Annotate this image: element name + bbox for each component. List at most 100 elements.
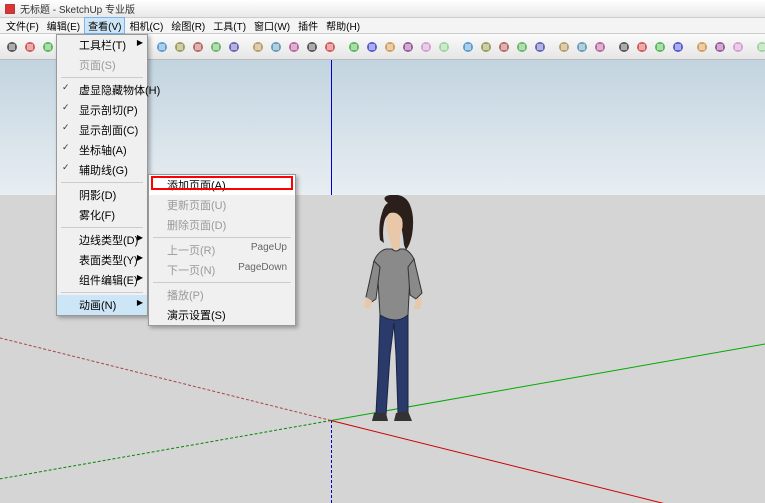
zoom-extents-tool[interactable] xyxy=(304,37,320,57)
menu-8[interactable]: 帮助(H) xyxy=(322,17,364,34)
zoom-tool[interactable] xyxy=(286,37,302,57)
shadows-icon xyxy=(556,39,572,55)
animation-submenu-item-8[interactable]: 演示设置(S) xyxy=(149,305,295,325)
top-icon xyxy=(364,39,380,55)
menu-item-label: 动画(N) xyxy=(79,300,116,312)
front-tool[interactable] xyxy=(382,37,398,57)
plugin1-icon xyxy=(754,39,765,55)
view-menu-item-3[interactable]: ✓虚显隐藏物体(H) xyxy=(57,80,147,100)
menu-separator xyxy=(61,182,143,183)
app-icon xyxy=(4,3,16,15)
view-menu-item-7[interactable]: ✓辅助线(G) xyxy=(57,160,147,180)
view-menu-item-0[interactable]: 工具栏(T)▶ xyxy=(57,35,147,55)
view-menu-item-16[interactable]: 动画(N) ▶ xyxy=(57,295,147,315)
window-title: 无标题 - SketchUp 专业版 xyxy=(20,1,135,16)
menu-7[interactable]: 插件 xyxy=(294,17,322,34)
select-arrow-icon xyxy=(4,39,20,55)
offset-icon xyxy=(208,39,224,55)
menu-item-label: 显示剖切(P) xyxy=(79,105,138,117)
left-icon xyxy=(436,39,452,55)
orbit-icon xyxy=(250,39,266,55)
pan-tool[interactable] xyxy=(268,37,284,57)
position-tool[interactable] xyxy=(730,37,746,57)
materials-tool[interactable] xyxy=(514,37,530,57)
menu-item-label: 工具栏(T) xyxy=(79,40,126,52)
dimension-tool[interactable] xyxy=(616,37,632,57)
view-menu-item-5[interactable]: ✓显示剖面(C) xyxy=(57,120,147,140)
dimension-icon xyxy=(616,39,632,55)
menu-item-label: 边线类型(D) xyxy=(79,235,138,247)
submenu-item-label: 添加页面(A) xyxy=(167,177,226,193)
menu-1[interactable]: 编辑(E) xyxy=(43,17,84,34)
menu-2[interactable]: 查看(V) xyxy=(84,17,125,34)
orbit-tool[interactable] xyxy=(250,37,266,57)
animation-submenu-item-7: 播放(P) xyxy=(149,285,295,305)
axes-tool[interactable] xyxy=(670,37,686,57)
shadows-tool[interactable] xyxy=(556,37,572,57)
back-tool[interactable] xyxy=(418,37,434,57)
menu-4[interactable]: 绘图(R) xyxy=(167,17,209,34)
menubar: 文件(F)编辑(E)查看(V)相机(C)绘图(R)工具(T)窗口(W)插件帮助(… xyxy=(0,18,765,34)
view-menu-item-6[interactable]: ✓坐标轴(A) xyxy=(57,140,147,160)
submenu-separator xyxy=(153,237,291,238)
zoom-icon xyxy=(286,39,302,55)
outliner-tool[interactable] xyxy=(478,37,494,57)
look-tool[interactable] xyxy=(712,37,728,57)
scale-icon xyxy=(226,39,242,55)
menu-6[interactable]: 窗口(W) xyxy=(250,17,294,34)
left-tool[interactable] xyxy=(436,37,452,57)
text-tool[interactable] xyxy=(634,37,650,57)
view-menu-item-4[interactable]: ✓显示剖切(P) xyxy=(57,100,147,120)
view-menu-item-13[interactable]: 表面类型(Y)▶ xyxy=(57,250,147,270)
submenu-item-label: 下一页(N) xyxy=(167,262,215,278)
view-menu-dropdown: 工具栏(T)▶页面(S)✓虚显隐藏物体(H)✓显示剖切(P)✓显示剖面(C)✓坐… xyxy=(56,34,148,316)
select-arrow-tool[interactable] xyxy=(4,37,20,57)
menu-3[interactable]: 相机(C) xyxy=(125,17,167,34)
materials-icon xyxy=(514,39,530,55)
xray-tool[interactable] xyxy=(592,37,608,57)
walk-tool[interactable] xyxy=(694,37,710,57)
line-icon xyxy=(22,39,38,55)
styles-icon xyxy=(532,39,548,55)
layers-tool[interactable] xyxy=(460,37,476,57)
components-tool[interactable] xyxy=(496,37,512,57)
section-tool[interactable] xyxy=(652,37,668,57)
zoom-extents-icon xyxy=(304,39,320,55)
xray-icon xyxy=(592,39,608,55)
push-pull-tool[interactable] xyxy=(154,37,170,57)
rotate-tool[interactable] xyxy=(190,37,206,57)
animation-submenu-item-0[interactable]: 添加页面(A) xyxy=(149,175,295,195)
back-icon xyxy=(418,39,434,55)
menu-separator xyxy=(61,77,143,78)
view-menu-item-10[interactable]: 雾化(F) xyxy=(57,205,147,225)
position-icon xyxy=(730,39,746,55)
view-menu-item-14[interactable]: 组件编辑(E)▶ xyxy=(57,270,147,290)
styles-tool[interactable] xyxy=(532,37,548,57)
submenu-item-label: 演示设置(S) xyxy=(167,307,226,323)
check-icon: ✓ xyxy=(62,82,70,93)
view-menu-item-9[interactable]: 阴影(D) xyxy=(57,185,147,205)
scale-tool[interactable] xyxy=(226,37,242,57)
menu-5[interactable]: 工具(T) xyxy=(209,17,250,34)
scale-figure xyxy=(360,195,430,423)
titlebar: 无标题 - SketchUp 专业版 xyxy=(0,0,765,18)
top-tool[interactable] xyxy=(364,37,380,57)
zoom-window-tool[interactable] xyxy=(322,37,338,57)
submenu-arrow-icon: ▶ xyxy=(137,233,143,242)
submenu-arrow-icon: ▶ xyxy=(137,298,143,307)
plugin1-tool[interactable] xyxy=(754,37,765,57)
push-pull-icon xyxy=(154,39,170,55)
menu-item-label: 辅助线(G) xyxy=(79,165,128,177)
line-tool[interactable] xyxy=(22,37,38,57)
menu-0[interactable]: 文件(F) xyxy=(2,17,43,34)
rectangle-tool[interactable] xyxy=(40,37,56,57)
submenu-item-label: 更新页面(U) xyxy=(167,197,226,213)
fog-tool[interactable] xyxy=(574,37,590,57)
iso-tool[interactable] xyxy=(346,37,362,57)
view-menu-item-12[interactable]: 边线类型(D)▶ xyxy=(57,230,147,250)
outliner-icon xyxy=(478,39,494,55)
move-tool[interactable] xyxy=(172,37,188,57)
z-axis-negative xyxy=(331,420,332,503)
right-tool[interactable] xyxy=(400,37,416,57)
offset-tool[interactable] xyxy=(208,37,224,57)
